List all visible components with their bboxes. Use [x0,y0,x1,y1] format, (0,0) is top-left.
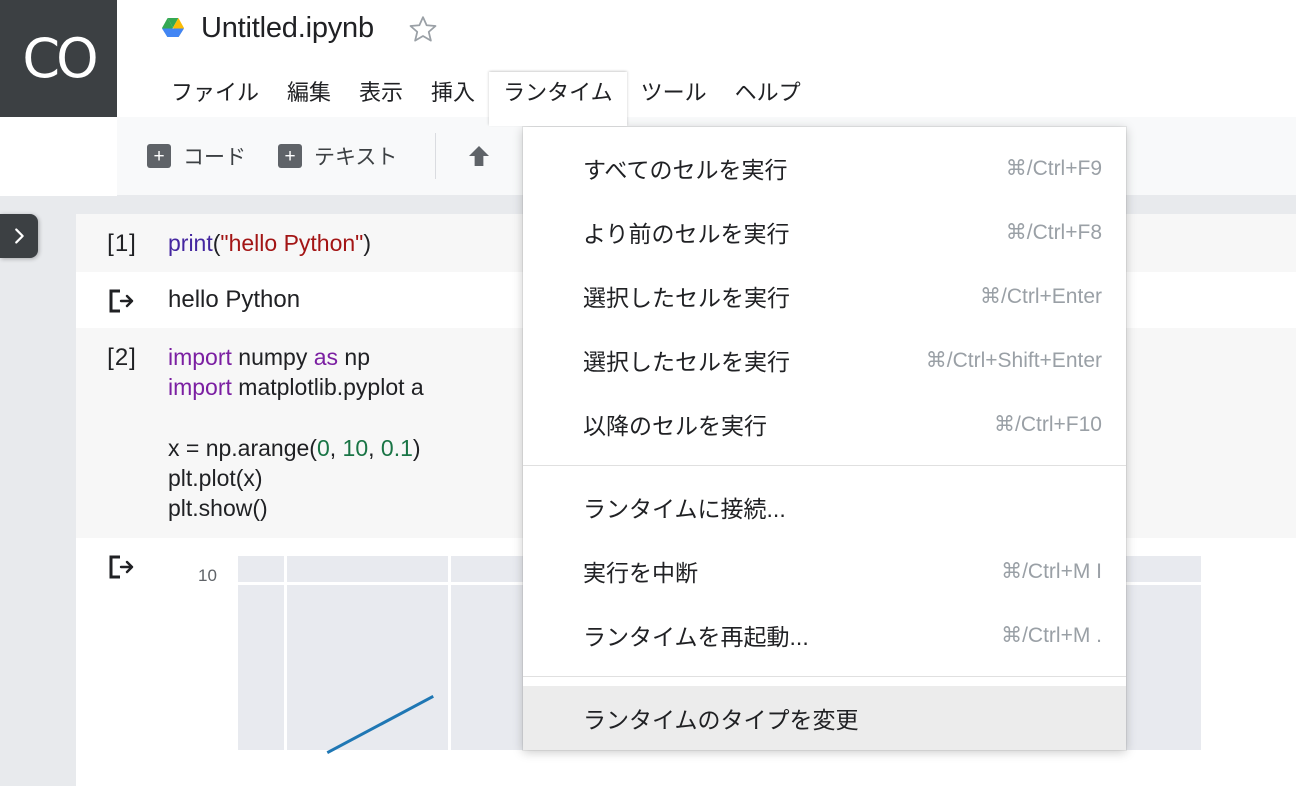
menu-separator [523,676,1126,677]
menu-item-shortcut: ⌘/Ctrl+F9 [1005,156,1102,180]
arrow-up-icon[interactable] [462,141,496,171]
menu-item-connect-runtime[interactable]: ランタイムに接続... [523,475,1126,539]
colab-logo-text: CO [22,27,98,90]
add-text-cell-button[interactable]: + テキスト [266,135,409,177]
menu-item-change-runtime-type[interactable]: ランタイムのタイプを変更 [523,686,1126,750]
menu-help[interactable]: ヘルプ [721,72,815,122]
code-token: plt.plot(x) [168,464,263,491]
menu-item-label: 選択したセルを実行 [583,285,790,311]
chevron-right-icon [15,228,24,244]
star-outline-icon[interactable] [408,14,438,44]
code-token: , [368,434,381,461]
menu-item-shortcut: ⌘/Ctrl+Shift+Enter [925,348,1102,372]
menu-edit[interactable]: 編集 [273,72,345,122]
code-token: import [168,343,232,370]
add-code-cell-label: コード [183,146,246,169]
menu-insert[interactable]: 挿入 [417,72,489,122]
menu-item-shortcut: ⌘/Ctrl+F10 [994,412,1102,436]
menu-view[interactable]: 表示 [345,72,417,122]
menu-item-label: 以降のセルを実行 [583,413,767,439]
plot-data-line [326,694,434,754]
code-cell-2-source[interactable]: import numpy as np import matplotlib.pyp… [168,342,424,524]
code-token: 0.1 [380,434,413,461]
gridline-vertical [448,555,451,750]
plot-y-tick-label: 10 [198,565,217,585]
menu-item-run-all-cells[interactable]: すべてのセルを実行 ⌘/Ctrl+F9 [523,136,1126,200]
execution-count: [1] [107,230,137,257]
menu-item-run-selected-cell[interactable]: 選択したセルを実行 ⌘/Ctrl+Enter [523,264,1126,328]
add-text-cell-label: テキスト [314,146,398,169]
menu-runtime[interactable]: ランタイム [489,72,627,126]
code-token: , [329,434,343,461]
code-cell-1-source[interactable]: print("hello Python") [168,228,371,258]
menu-item-label: 実行を中断 [583,560,698,586]
menu-item-shortcut: ⌘/Ctrl+M . [1001,623,1102,647]
code-token: ) [412,434,421,461]
execution-count: [2] [107,343,137,371]
code-token: "hello Python" [220,230,364,256]
menu-tools[interactable]: ツール [627,72,721,122]
menu-item-shortcut: ⌘/Ctrl+F8 [1005,220,1102,244]
menu-item-label: 選択したセルを実行 [583,349,790,375]
code-token: matplotlib.pyplot a [231,373,424,400]
code-token: import [168,373,232,400]
menu-item-label: ランタイムを再起動... [583,624,809,650]
colab-window: CO Untitled.ipynb ファイル 編集 表示 挿入 ランタイム ツー… [0,0,1296,786]
output-arrow-icon [76,550,168,580]
menu-item-label: すべてのセルを実行 [583,157,788,183]
plus-icon: + [278,144,302,168]
header: Untitled.ipynb ファイル 編集 表示 挿入 ランタイム ツール ヘ… [117,0,1296,126]
plus-icon: + [147,144,171,168]
code-token: np [338,343,371,370]
add-code-cell-button[interactable]: + コード [135,135,258,177]
menu-item-label: ランタイムに接続... [583,496,786,522]
menu-file[interactable]: ファイル [157,72,273,122]
menubar: ファイル 編集 表示 挿入 ランタイム ツール ヘルプ [157,72,815,126]
menu-item-label: より前のセルを実行 [583,221,790,247]
menu-item-label: ランタイムのタイプを変更 [583,707,859,733]
menu-item-run-before-cells[interactable]: より前のセルを実行 ⌘/Ctrl+F8 [523,200,1126,264]
title-row: Untitled.ipynb [157,12,438,45]
code-token: print [168,230,213,256]
output-arrow-icon [76,284,168,314]
code-cell-1-output-text: hello Python [168,286,301,314]
menu-item-run-after-cells[interactable]: 以降のセルを実行 ⌘/Ctrl+F10 [523,392,1126,456]
runtime-dropdown-menu: すべてのセルを実行 ⌘/Ctrl+F9 より前のセルを実行 ⌘/Ctrl+F8 … [523,127,1126,750]
sidebar-expand-toggle[interactable] [0,214,38,258]
toolbar-divider [435,133,437,179]
menu-item-run-selection[interactable]: 選択したセルを実行 ⌘/Ctrl+Shift+Enter [523,328,1126,392]
code-token: 0 [316,434,330,461]
menu-item-restart-runtime[interactable]: ランタイムを再起動... ⌘/Ctrl+M . [523,603,1126,667]
menu-item-interrupt-execution[interactable]: 実行を中断 ⌘/Ctrl+M I [523,539,1126,603]
code-token: x = np.arange( [168,434,317,461]
code-token: 10 [342,434,369,461]
page-title[interactable]: Untitled.ipynb [201,12,374,45]
code-token: as [313,343,339,370]
menu-item-shortcut: ⌘/Ctrl+M I [1001,559,1102,583]
colab-logo-block[interactable]: CO [0,0,117,117]
menu-item-shortcut: ⌘/Ctrl+Enter [980,284,1102,308]
gridline-vertical [284,555,287,750]
code-token: numpy [231,343,314,370]
code-token: plt.show() [168,495,268,522]
google-drive-icon [157,17,189,45]
menu-separator [523,465,1126,466]
code-token: ) [363,230,372,256]
